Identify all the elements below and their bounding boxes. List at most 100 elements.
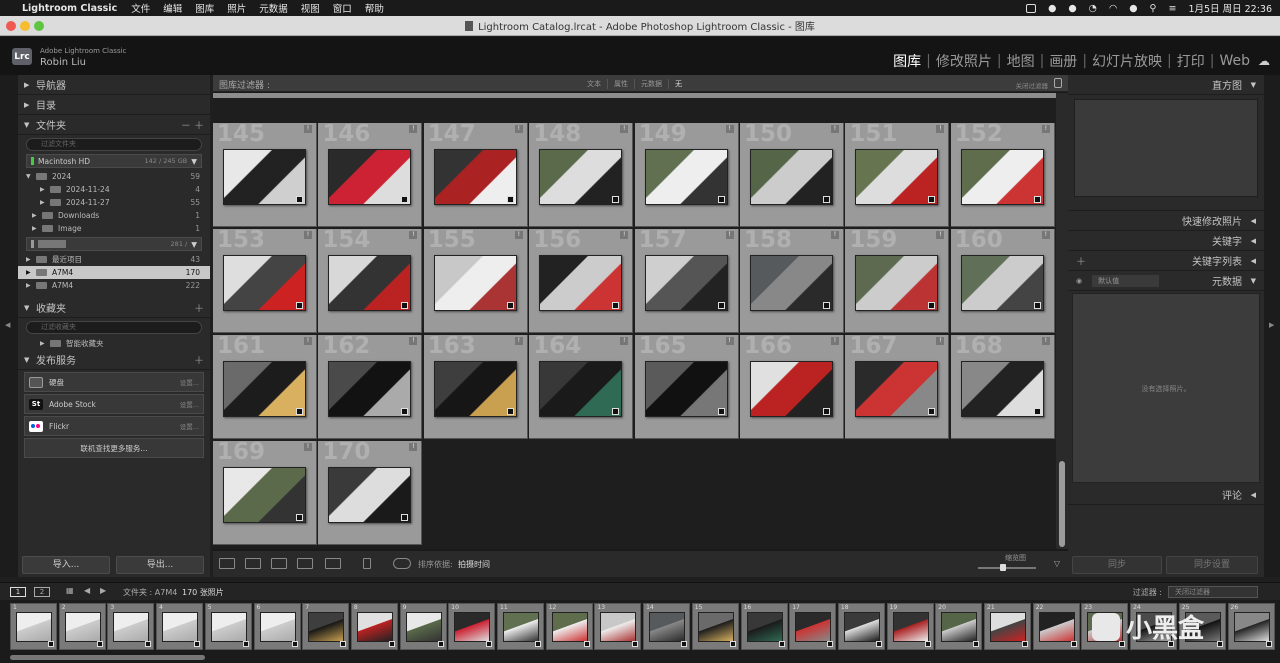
- module-print[interactable]: 打印: [1177, 51, 1205, 71]
- right-panel-toggle[interactable]: ▶: [1264, 75, 1280, 577]
- film-thumbnail[interactable]: [113, 612, 150, 642]
- photo-thumbnail[interactable]: [539, 149, 623, 205]
- filmstrip-cell[interactable]: 21: [984, 603, 1031, 650]
- filmstrip-cell[interactable]: 15: [691, 603, 739, 650]
- thumbnail-cell[interactable]: 159!: [845, 227, 950, 333]
- flag-icon[interactable]: !: [304, 337, 312, 345]
- thumbnail-cell[interactable]: 162!: [318, 333, 423, 439]
- sync-button[interactable]: 同步: [1072, 556, 1162, 574]
- photo-thumbnail[interactable]: [433, 149, 517, 205]
- film-thumbnail[interactable]: [356, 612, 393, 642]
- menu-file[interactable]: 文件: [131, 1, 150, 15]
- flag-icon[interactable]: !: [725, 337, 734, 345]
- publish-hard-drive[interactable]: 硬盘 设置...: [24, 372, 204, 392]
- edit-badge-icon[interactable]: [401, 196, 409, 203]
- thumbnail-cell[interactable]: 153!: [213, 227, 317, 333]
- folder-search-input[interactable]: 过滤文件夹: [26, 138, 202, 151]
- folder-row[interactable]: ▶ Downloads 1: [18, 209, 210, 222]
- volume-macintosh-hd[interactable]: Macintosh HD 142 / 245 GB ▼: [26, 154, 202, 168]
- photo-thumbnail[interactable]: [433, 361, 517, 417]
- film-thumbnail[interactable]: [1233, 612, 1270, 642]
- photo-thumbnail[interactable]: [539, 361, 623, 417]
- scroll-thumb[interactable]: [1059, 461, 1065, 547]
- thumbnail-cell[interactable]: 160!: [950, 227, 1055, 333]
- edit-badge-icon[interactable]: [401, 408, 409, 415]
- people-view-icon[interactable]: [325, 558, 341, 569]
- export-button[interactable]: 导出...: [116, 556, 204, 574]
- thumbnail-cell[interactable]: 161!: [213, 333, 317, 439]
- menu-library[interactable]: 图库: [195, 1, 214, 15]
- thumbnail-cell[interactable]: 146!: [318, 121, 423, 227]
- flag-icon[interactable]: !: [409, 231, 418, 239]
- quick-develop-header[interactable]: 快速修改照片 ◀: [1068, 211, 1264, 231]
- filmstrip-cell[interactable]: 19: [886, 603, 934, 650]
- film-thumbnail[interactable]: [259, 612, 296, 642]
- flag-icon[interactable]: !: [1041, 125, 1050, 133]
- thumbnail-cell[interactable]: 155!: [423, 227, 528, 333]
- edit-badge-icon[interactable]: [401, 302, 409, 309]
- edit-badge-icon[interactable]: [717, 408, 725, 415]
- edit-badge-icon[interactable]: [296, 408, 303, 415]
- flag-icon[interactable]: !: [409, 443, 418, 451]
- filter-metadata[interactable]: 元数据: [635, 79, 669, 89]
- filmstrip-cell[interactable]: 1: [10, 603, 57, 650]
- back-arrow-icon[interactable]: ◀: [84, 586, 90, 595]
- menu-metadata[interactable]: 元数据: [259, 1, 288, 15]
- folder-row-selected[interactable]: ▶ A7M4 170: [18, 266, 210, 279]
- photo-thumbnail[interactable]: [644, 149, 728, 205]
- filmstrip-cell[interactable]: 5: [204, 603, 252, 650]
- folder-row[interactable]: ▶ Image 1: [18, 222, 210, 235]
- keyword-list-header[interactable]: ＋关键字列表 ◀: [1068, 251, 1264, 271]
- edit-badge-icon[interactable]: [612, 196, 620, 203]
- film-thumbnail[interactable]: [600, 612, 637, 642]
- module-develop[interactable]: 修改照片: [936, 51, 992, 71]
- edit-badge-icon[interactable]: [823, 302, 830, 309]
- sort-direction-icon[interactable]: [393, 558, 411, 569]
- filmstrip-cell[interactable]: 26: [1227, 603, 1275, 650]
- filmstrip-cell[interactable]: 9: [399, 603, 447, 650]
- thumbnail-cell[interactable]: 158!: [740, 227, 844, 333]
- flag-icon[interactable]: !: [1041, 337, 1050, 345]
- flag-icon[interactable]: !: [409, 125, 418, 133]
- sync-settings-button[interactable]: 同步设置: [1166, 556, 1258, 574]
- flag-icon[interactable]: !: [725, 125, 734, 133]
- filmstrip-cell[interactable]: 16: [740, 603, 788, 650]
- time-machine-icon[interactable]: ◔: [1089, 3, 1097, 14]
- flag-icon[interactable]: !: [936, 231, 945, 239]
- edit-badge-icon[interactable]: [823, 196, 830, 203]
- slider-knob[interactable]: [1000, 564, 1006, 571]
- flag-icon[interactable]: !: [514, 337, 523, 345]
- edit-badge-icon[interactable]: [506, 302, 514, 309]
- flag-icon[interactable]: !: [725, 231, 734, 239]
- photo-thumbnail[interactable]: [328, 149, 412, 205]
- folder-add-remove[interactable]: － ＋: [181, 117, 204, 132]
- photo-thumbnail[interactable]: [433, 255, 517, 311]
- thumbnail-cell[interactable]: 166!: [740, 333, 844, 439]
- sort-select[interactable]: 拍摄时间: [458, 559, 490, 570]
- search-icon[interactable]: ⚲: [1150, 3, 1157, 14]
- edit-badge-icon[interactable]: [928, 196, 936, 203]
- filmstrip-cell[interactable]: 11: [497, 603, 544, 650]
- thumbnail-cell[interactable]: 152!: [950, 121, 1055, 227]
- thumbnail-cell[interactable]: 147!: [423, 121, 528, 227]
- thumbnail-cell[interactable]: 151!: [845, 121, 950, 227]
- grid-icon[interactable]: ▦: [66, 586, 74, 595]
- wifi-icon[interactable]: ◠: [1109, 3, 1117, 14]
- flag-icon[interactable]: !: [304, 231, 312, 239]
- edit-badge-icon[interactable]: [717, 196, 725, 203]
- filmstrip-cell[interactable]: 6: [253, 603, 301, 650]
- filmstrip-cell[interactable]: 8: [350, 603, 398, 650]
- flag-icon[interactable]: !: [514, 125, 523, 133]
- thumbnail-cell[interactable]: 165!: [634, 333, 739, 439]
- photo-thumbnail[interactable]: [328, 467, 412, 523]
- menu-help[interactable]: 帮助: [365, 1, 384, 15]
- filmstrip-cell[interactable]: 20: [935, 603, 983, 650]
- navigator-header[interactable]: ▶ 导航器: [18, 75, 210, 95]
- window-1-button[interactable]: 1: [10, 587, 26, 597]
- folders-header[interactable]: ▼ 文件夹－ ＋: [18, 115, 210, 135]
- grid-view-icon[interactable]: [219, 558, 235, 569]
- module-web[interactable]: Web: [1219, 53, 1250, 69]
- flag-icon[interactable]: !: [831, 125, 839, 133]
- app-menu[interactable]: Lightroom Classic: [22, 3, 117, 14]
- control-center-icon[interactable]: ≡: [1169, 3, 1177, 14]
